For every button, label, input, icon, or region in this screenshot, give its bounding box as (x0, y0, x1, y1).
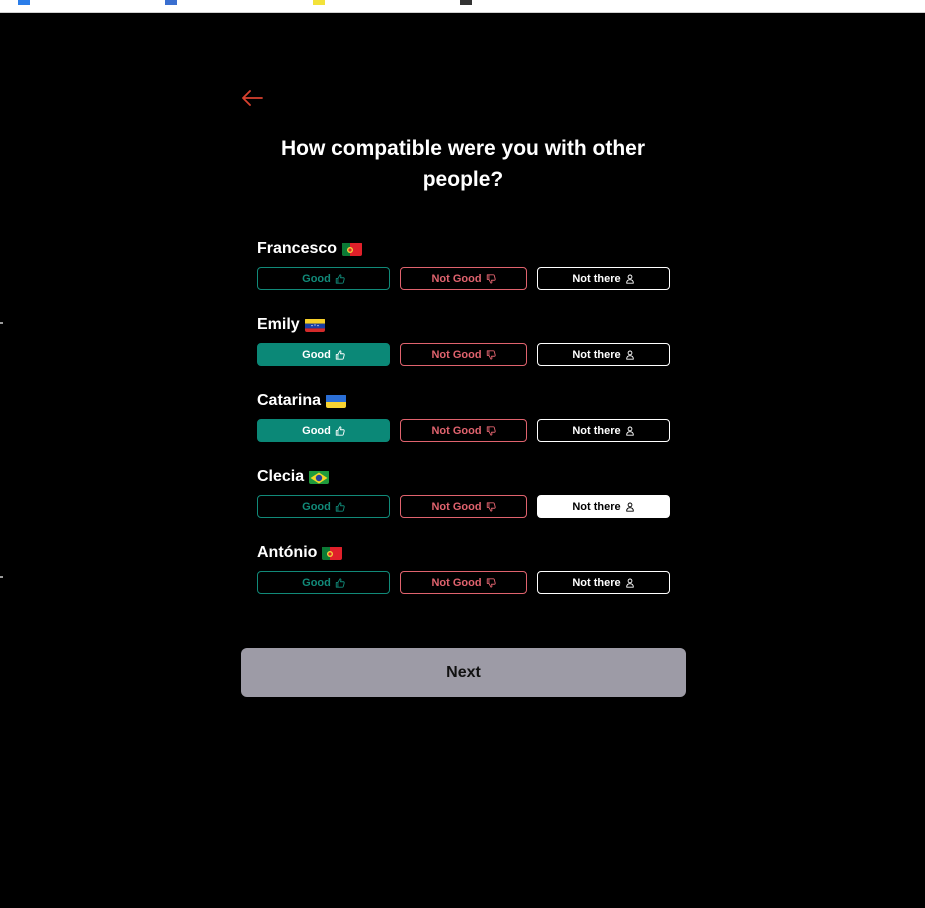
person-name-row: Emily (257, 314, 670, 336)
person-row: Francesco Good Not Good Not there (257, 238, 670, 314)
not-there-button[interactable]: Not there (537, 571, 670, 594)
rating-options: Good Not Good Not there (257, 419, 670, 442)
good-button[interactable]: Good (257, 495, 390, 518)
back-button[interactable] (238, 86, 266, 110)
thumbs-up-icon (335, 577, 345, 588)
good-button[interactable]: Good (257, 419, 390, 442)
arrow-left-icon (242, 90, 263, 106)
person-row: Emily Good Not Good Not there (257, 314, 670, 390)
edge-marker (0, 576, 3, 578)
good-label: Good (302, 348, 331, 361)
good-label: Good (302, 272, 331, 285)
not-there-button[interactable]: Not there (537, 343, 670, 366)
not-there-label: Not there (572, 272, 621, 285)
tab-favicon (460, 0, 472, 5)
person-name: António (257, 544, 318, 561)
good-button[interactable]: Good (257, 343, 390, 366)
not-there-label: Not there (572, 424, 621, 437)
not-good-button[interactable]: Not Good (400, 267, 527, 290)
thumbs-down-icon (486, 577, 496, 588)
person-name-row: António (257, 542, 670, 564)
rating-options: Good Not Good Not there (257, 267, 670, 290)
thumbs-down-icon (486, 501, 496, 512)
not-there-label: Not there (572, 500, 621, 513)
good-label: Good (302, 576, 331, 589)
rating-options: Good Not Good Not there (257, 495, 670, 518)
not-there-label: Not there (572, 576, 621, 589)
ukraine-flag-icon (326, 394, 347, 408)
not-good-button[interactable]: Not Good (400, 343, 527, 366)
edge-marker (0, 322, 3, 324)
not-good-label: Not Good (431, 272, 482, 285)
not-good-button[interactable]: Not Good (400, 571, 527, 594)
not-there-button[interactable]: Not there (537, 495, 670, 518)
thumbs-up-icon (335, 425, 345, 436)
venezuela-flag-icon (304, 318, 325, 332)
good-label: Good (302, 500, 331, 513)
person-row: Catarina Good Not Good Not there (257, 390, 670, 466)
thumbs-up-icon (335, 501, 345, 512)
person-icon (625, 426, 635, 436)
person-row: António Good Not Good Not there (257, 542, 670, 618)
not-there-button[interactable]: Not there (537, 267, 670, 290)
thumbs-down-icon (486, 349, 496, 360)
portugal-flag-icon (342, 242, 363, 256)
next-button[interactable]: Next (241, 648, 686, 697)
person-icon (625, 578, 635, 588)
page-title: How compatible were you with other peopl… (280, 137, 646, 191)
not-good-label: Not Good (431, 424, 482, 437)
thumbs-up-icon (335, 273, 345, 284)
person-name-row: Catarina (257, 390, 670, 412)
good-label: Good (302, 424, 331, 437)
rating-options: Good Not Good Not there (257, 571, 670, 594)
person-name-row: Francesco (257, 238, 670, 260)
thumbs-down-icon (486, 425, 496, 436)
people-list: Francesco Good Not Good Not there Emily Good N… (257, 238, 670, 618)
not-good-label: Not Good (431, 348, 482, 361)
not-good-label: Not Good (431, 576, 482, 589)
person-icon (625, 350, 635, 360)
not-there-label: Not there (572, 348, 621, 361)
browser-top-strip (0, 0, 925, 13)
not-good-button[interactable]: Not Good (400, 495, 527, 518)
person-name: Clecia (257, 468, 305, 485)
brazil-flag-icon (309, 470, 330, 484)
person-icon (625, 502, 635, 512)
person-name: Francesco (257, 240, 338, 257)
thumbs-up-icon (335, 349, 345, 360)
person-icon (625, 274, 635, 284)
tab-favicon (18, 0, 30, 5)
tab-favicon (165, 0, 177, 5)
tab-favicon (313, 0, 325, 5)
person-name-row: Clecia (257, 466, 670, 488)
not-good-label: Not Good (431, 500, 482, 513)
page: How compatible were you with other peopl… (0, 0, 925, 908)
person-name: Emily (257, 316, 300, 333)
portugal-flag-icon (322, 546, 343, 560)
person-row: Clecia Good Not Good Not there (257, 466, 670, 542)
thumbs-down-icon (486, 273, 496, 284)
not-there-button[interactable]: Not there (537, 419, 670, 442)
person-name: Catarina (257, 392, 322, 409)
good-button[interactable]: Good (257, 267, 390, 290)
rating-options: Good Not Good Not there (257, 343, 670, 366)
good-button[interactable]: Good (257, 571, 390, 594)
not-good-button[interactable]: Not Good (400, 419, 527, 442)
